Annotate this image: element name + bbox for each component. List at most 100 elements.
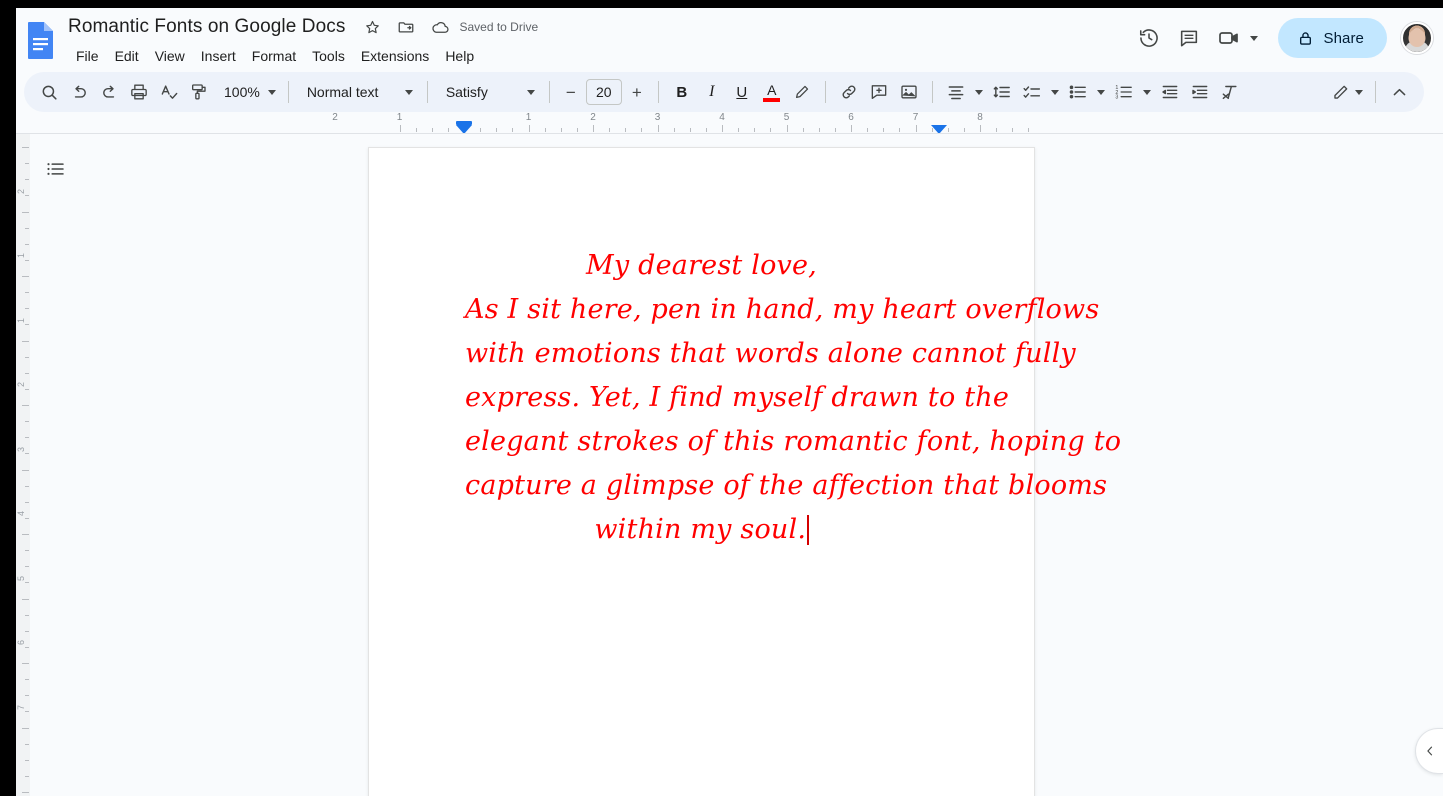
redo-icon[interactable] bbox=[94, 77, 124, 107]
toolbar-divider bbox=[931, 81, 933, 103]
toolbar-right-group bbox=[1319, 77, 1414, 107]
share-label: Share bbox=[1323, 29, 1364, 47]
line-spacing-icon[interactable] bbox=[987, 77, 1017, 107]
ruler-tick bbox=[802, 128, 804, 132]
text-color-button[interactable]: A bbox=[757, 77, 787, 107]
left-margin-bar[interactable] bbox=[456, 121, 472, 125]
chevron-down-icon bbox=[526, 89, 535, 95]
bulleted-list-dropdown-caret[interactable] bbox=[1093, 77, 1109, 107]
star-icon[interactable] bbox=[361, 16, 383, 38]
vertical-ruler-tick bbox=[25, 775, 29, 777]
account-avatar[interactable] bbox=[1401, 22, 1433, 54]
paint-format-icon[interactable] bbox=[184, 77, 214, 107]
font-size-input[interactable]: 20 bbox=[585, 79, 622, 105]
increase-indent-icon[interactable] bbox=[1185, 77, 1215, 107]
document-text-body[interactable]: My dearest love, As I sit here, pen in h… bbox=[465, 244, 1121, 552]
decrease-font-size-button[interactable]: − bbox=[558, 79, 584, 105]
clear-formatting-icon[interactable] bbox=[1215, 77, 1245, 107]
document-outline-icon[interactable] bbox=[39, 152, 73, 186]
document-page[interactable]: My dearest love, As I sit here, pen in h… bbox=[368, 147, 1121, 796]
editing-mode-button[interactable] bbox=[1319, 77, 1367, 107]
decrease-indent-icon[interactable] bbox=[1155, 77, 1185, 107]
underline-button[interactable]: U bbox=[727, 77, 757, 107]
vertical-ruler-tick bbox=[25, 453, 29, 455]
comment-history-icon[interactable] bbox=[1169, 18, 1209, 58]
menu-format[interactable]: Format bbox=[244, 44, 304, 68]
vertical-ruler-tick bbox=[25, 695, 29, 697]
vertical-ruler-tick bbox=[22, 147, 29, 148]
italic-button[interactable]: I bbox=[697, 77, 727, 107]
undo-icon[interactable] bbox=[64, 77, 94, 107]
menu-bar: File Edit View Insert Format Tools Exten… bbox=[68, 44, 482, 68]
move-to-folder-icon[interactable] bbox=[395, 16, 417, 38]
ruler-number: 1 bbox=[525, 112, 532, 123]
chevron-down-icon[interactable] bbox=[1250, 35, 1259, 41]
bulleted-list-icon[interactable] bbox=[1063, 77, 1093, 107]
paragraph-style-dropdown[interactable]: Normal text bbox=[297, 77, 419, 107]
paragraph-style-value: Normal text bbox=[306, 84, 379, 100]
vertical-ruler-tick bbox=[25, 163, 29, 165]
numbered-list-icon[interactable]: 1 2 3 bbox=[1109, 77, 1139, 107]
vertical-ruler-tick bbox=[25, 759, 29, 761]
vertical-ruler-tick bbox=[22, 211, 29, 213]
horizontal-ruler[interactable]: 2 1 1 2 3 4 5 6 7 8 bbox=[0, 112, 1443, 134]
ruler-tick bbox=[415, 128, 417, 132]
text-cursor bbox=[807, 515, 809, 545]
print-icon[interactable] bbox=[124, 77, 154, 107]
menu-file[interactable]: File bbox=[68, 44, 107, 68]
font-family-dropdown[interactable]: Satisfy bbox=[436, 77, 541, 107]
docs-logo-icon[interactable] bbox=[24, 20, 58, 60]
ruler-tick bbox=[560, 128, 562, 132]
search-icon[interactable] bbox=[34, 77, 64, 107]
video-camera-icon[interactable] bbox=[1209, 18, 1249, 58]
align-dropdown-caret[interactable] bbox=[971, 77, 987, 107]
chevron-down-icon bbox=[1355, 89, 1363, 95]
vertical-ruler-tick bbox=[25, 324, 29, 326]
vertical-ruler-tick bbox=[25, 743, 29, 745]
checklist-dropdown-caret[interactable] bbox=[1047, 77, 1063, 107]
menu-edit[interactable]: Edit bbox=[107, 44, 147, 68]
vertical-ruler-number: 2 bbox=[16, 382, 26, 388]
pencil-edit-icon[interactable] bbox=[1325, 77, 1355, 107]
menu-tools[interactable]: Tools bbox=[304, 44, 353, 68]
spellcheck-icon[interactable] bbox=[154, 77, 184, 107]
vertical-ruler-tick bbox=[25, 630, 29, 632]
vertical-ruler-tick bbox=[25, 356, 29, 358]
toolbar-divider bbox=[824, 81, 826, 103]
version-history-icon[interactable] bbox=[1129, 18, 1169, 58]
font-family-value: Satisfy bbox=[445, 84, 488, 100]
increase-font-size-button[interactable]: + bbox=[624, 79, 650, 105]
toolbar-divider bbox=[426, 81, 428, 103]
vertical-ruler-tick bbox=[22, 534, 29, 535]
insert-link-icon[interactable] bbox=[834, 77, 864, 107]
share-button[interactable]: Share bbox=[1278, 18, 1387, 58]
document-paragraph[interactable]: My dearest love, As I sit here, pen in h… bbox=[465, 244, 1121, 552]
chevron-down-icon bbox=[267, 89, 276, 95]
zoom-level-dropdown[interactable]: 100% bbox=[214, 77, 280, 107]
add-comment-icon[interactable] bbox=[864, 77, 894, 107]
highlight-pen-icon[interactable] bbox=[787, 77, 817, 107]
menu-insert[interactable]: Insert bbox=[193, 44, 244, 68]
ruler-tick bbox=[867, 128, 869, 132]
document-title-row: Romantic Fonts on Google Docs Saved to D… bbox=[64, 12, 538, 42]
ruler-scale[interactable]: 2 1 1 2 3 4 5 6 7 8 bbox=[332, 112, 1035, 134]
ruler-tick bbox=[625, 128, 627, 132]
menu-help[interactable]: Help bbox=[437, 44, 482, 68]
checklist-icon[interactable] bbox=[1017, 77, 1047, 107]
meet-button[interactable] bbox=[1209, 18, 1268, 58]
document-line: My dearest love, bbox=[586, 250, 817, 281]
ruler-tick bbox=[673, 128, 675, 132]
vertical-ruler[interactable]: 2 1 1 2 3 4 5 6 7 bbox=[16, 134, 30, 796]
numbered-list-dropdown-caret[interactable] bbox=[1139, 77, 1155, 107]
ruler-tick bbox=[576, 128, 578, 132]
insert-image-icon[interactable] bbox=[894, 77, 924, 107]
ruler-tick bbox=[738, 128, 740, 132]
expand-side-panel-button[interactable] bbox=[1415, 728, 1443, 774]
page-title[interactable]: Romantic Fonts on Google Docs bbox=[64, 14, 349, 40]
menu-view[interactable]: View bbox=[147, 44, 193, 68]
collapse-toolbar-button[interactable] bbox=[1384, 77, 1414, 107]
align-center-icon[interactable] bbox=[941, 77, 971, 107]
chevron-down-icon bbox=[404, 89, 413, 95]
bold-button[interactable]: B bbox=[667, 77, 697, 107]
menu-extensions[interactable]: Extensions bbox=[353, 44, 437, 68]
